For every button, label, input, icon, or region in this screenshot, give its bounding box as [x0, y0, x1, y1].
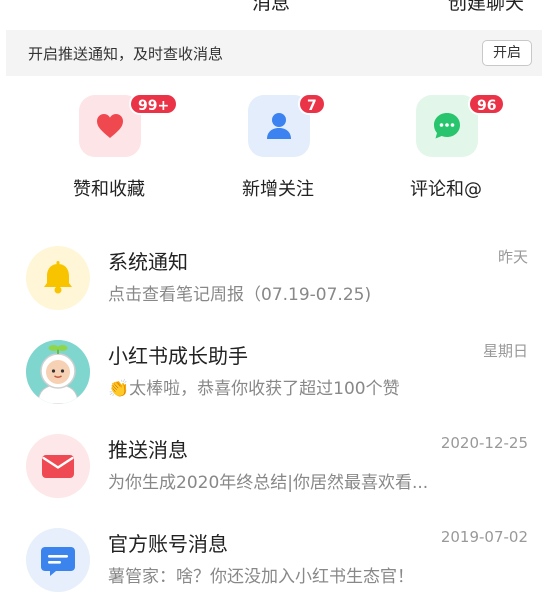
message-title: 小红书成长助手 — [108, 344, 248, 368]
message-row-system[interactable]: 系统通知 点击查看笔记周报（07.19-07.25) 昨天 — [0, 232, 542, 324]
likes-badge: 99+ — [129, 93, 179, 115]
message-time: 昨天 — [497, 248, 528, 266]
message-title: 推送消息 — [108, 438, 188, 462]
comments-badge: 96 — [468, 93, 506, 115]
message-row-official[interactable]: 官方账号消息 薯管家：啥？你还没加入小红书生态官！ 2019-07-02 — [0, 514, 542, 605]
person-icon — [267, 113, 291, 139]
quick-action-likes[interactable]: 99+ 赞和收藏 — [49, 93, 179, 205]
envelope-icon — [42, 455, 74, 478]
message-preview: 点击查看笔记周报（07.19-07.25) — [108, 285, 372, 305]
message-time: 2019-07-02 — [440, 528, 528, 546]
followers-badge: 7 — [298, 93, 326, 115]
bell-icon — [44, 261, 72, 294]
heart-icon — [97, 114, 123, 138]
followers-label: 新增关注 — [242, 179, 314, 200]
message-title: 系统通知 — [108, 250, 188, 274]
message-row-assistant[interactable]: 小红书成长助手 👏太棒啦，恭喜你收获了超过100个赞 星期日 — [0, 326, 542, 418]
top-bar: 消息 创建聊天 — [0, 0, 542, 22]
quick-action-comments[interactable]: 96 评论和@ — [386, 93, 506, 205]
quick-action-followers[interactable]: 7 新增关注 — [218, 93, 338, 205]
message-title: 官方账号消息 — [108, 532, 228, 556]
banner-text: 开启推送通知，及时查收消息 — [28, 45, 224, 63]
message-time: 2020-12-25 — [440, 434, 528, 452]
message-preview: 👏太棒啦，恭喜你收获了超过100个赞 — [108, 379, 400, 399]
message-preview: 薯管家：啥？你还没加入小红书生态官！ — [108, 567, 414, 587]
message-time: 星期日 — [482, 342, 528, 360]
official-account-avatar — [26, 528, 90, 592]
enable-push-button[interactable]: 开启 — [482, 40, 532, 66]
message-row-push[interactable]: 推送消息 为你生成2020年终总结|你居然最喜欢看... 2020-12-25 — [0, 420, 542, 512]
astronaut-avatar — [26, 340, 90, 404]
comment-icon — [434, 113, 460, 139]
push-message-avatar — [26, 434, 90, 498]
system-notice-avatar — [26, 246, 90, 310]
assistant-avatar — [26, 340, 90, 404]
create-chat-button[interactable]: 创建聊天 — [448, 0, 524, 15]
message-preview: 为你生成2020年终总结|你居然最喜欢看... — [108, 473, 429, 493]
comments-label: 评论和@ — [410, 179, 482, 200]
push-notification-banner: 开启推送通知，及时查收消息 开启 — [6, 30, 542, 76]
chat-box-icon — [41, 547, 75, 576]
likes-label: 赞和收藏 — [73, 179, 145, 200]
